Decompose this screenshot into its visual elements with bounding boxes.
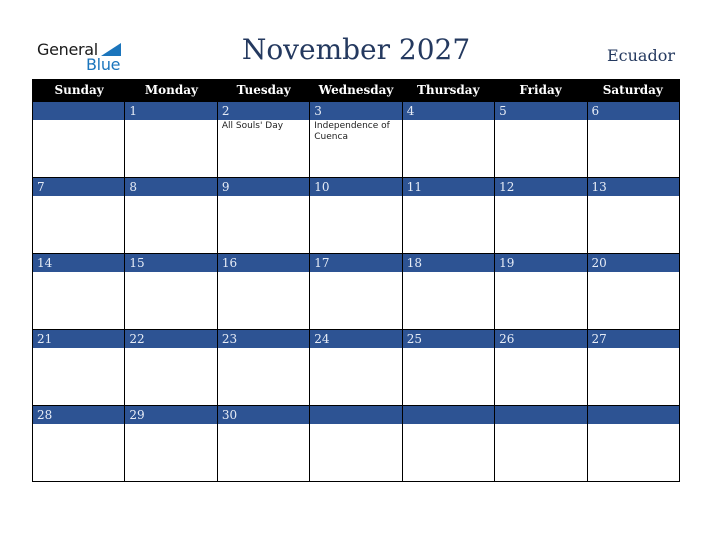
- date-number: 20: [586, 254, 679, 272]
- calendar-grid: Sunday Monday Tuesday Wednesday Thursday Frid…: [32, 79, 680, 482]
- weekday-header-monday: Monday: [144, 83, 198, 97]
- week-row: 7 8 9 10 11 12 13: [33, 177, 679, 253]
- week-row: 1 2 3 4 5 6 All Souls' Day Independence of Cuen…: [33, 102, 679, 177]
- day-cell: [124, 348, 216, 405]
- day-cell: [33, 120, 124, 177]
- date-number-bar: 21 22 23 24 25 26 27: [33, 330, 679, 348]
- day-cell: [586, 348, 679, 405]
- date-number: 27: [586, 330, 679, 348]
- date-number: 30: [216, 406, 309, 424]
- day-cell: [401, 348, 494, 405]
- day-cell: [494, 120, 586, 177]
- weekday-header-thursday: Thursday: [416, 83, 480, 97]
- day-cell: [33, 424, 124, 481]
- week-row: 28 29 30: [33, 405, 679, 481]
- day-cell: [124, 424, 216, 481]
- date-number: 16: [216, 254, 309, 272]
- date-number: 12: [494, 178, 586, 196]
- date-number: 6: [586, 102, 679, 120]
- date-number: 13: [586, 178, 679, 196]
- weekday-header-saturday: Saturday: [602, 83, 663, 97]
- day-cell: [124, 196, 216, 253]
- date-number: 28: [37, 408, 53, 422]
- date-number-bar: 28 29 30: [33, 406, 679, 424]
- day-cell: [309, 348, 401, 405]
- date-number: 8: [124, 178, 216, 196]
- date-number: 3: [309, 102, 401, 120]
- day-cell: [216, 348, 309, 405]
- date-number: 7: [37, 180, 45, 194]
- calendar-title: November 2027: [241, 33, 471, 66]
- date-number: [494, 406, 586, 424]
- date-number: 4: [401, 102, 494, 120]
- date-number-bar: 7 8 9 10 11 12 13: [33, 178, 679, 196]
- day-cell: [401, 196, 494, 253]
- day-cell: [309, 196, 401, 253]
- day-cell: [33, 272, 124, 329]
- date-number: [33, 102, 124, 120]
- day-cell: [216, 196, 309, 253]
- weekday-header-friday: Friday: [519, 83, 562, 97]
- day-cell: [586, 196, 679, 253]
- day-cell: [33, 196, 124, 253]
- date-number: [309, 406, 401, 424]
- country-label: Ecuador: [606, 46, 675, 65]
- date-number: 10: [309, 178, 401, 196]
- day-cells-row: [33, 348, 679, 405]
- day-cells-row: All Souls' Day Independence of Cuenca: [33, 120, 679, 177]
- day-cell: [401, 120, 494, 177]
- week-row: 14 15 16 17 18 19 20: [33, 253, 679, 329]
- date-number: 26: [494, 330, 586, 348]
- date-number: 24: [309, 330, 401, 348]
- holiday-event: All Souls' Day: [216, 120, 309, 177]
- date-number: 25: [401, 330, 494, 348]
- date-number: 11: [401, 178, 494, 196]
- date-number: 19: [494, 254, 586, 272]
- day-cell: [309, 272, 401, 329]
- date-number: 15: [124, 254, 216, 272]
- day-cell: [309, 424, 401, 481]
- day-cell: [216, 424, 309, 481]
- day-cell: [124, 120, 216, 177]
- holiday-event: Independence of Cuenca: [309, 120, 401, 177]
- weekday-header-wednesday: Wednesday: [318, 83, 394, 97]
- day-cell: [401, 272, 494, 329]
- week-row: 21 22 23 24 25 26 27: [33, 329, 679, 405]
- day-cell: [494, 424, 586, 481]
- date-number: 18: [401, 254, 494, 272]
- day-cell: [216, 272, 309, 329]
- day-cell: [494, 196, 586, 253]
- date-number: 5: [494, 102, 586, 120]
- date-number: [401, 406, 494, 424]
- day-cells-row: [33, 272, 679, 329]
- date-number: 17: [309, 254, 401, 272]
- date-number: 2: [216, 102, 309, 120]
- date-number: 21: [37, 332, 53, 346]
- day-cell: [401, 424, 494, 481]
- date-number: 9: [216, 178, 309, 196]
- date-number-bar: 123456: [33, 102, 679, 120]
- date-number: 29: [124, 406, 216, 424]
- weekday-header-row: Sunday Monday Tuesday Wednesday Thursday Frid…: [33, 79, 679, 102]
- day-cell: [586, 272, 679, 329]
- date-number: 23: [216, 330, 309, 348]
- date-number: 14: [37, 256, 53, 270]
- date-number: 22: [124, 330, 216, 348]
- day-cells-row: [33, 424, 679, 481]
- day-cell: [33, 348, 124, 405]
- date-number-bar: 14 15 16 17 18 19 20: [33, 254, 679, 272]
- date-number: 1: [124, 102, 216, 120]
- day-cells-row: [33, 196, 679, 253]
- day-cell: [586, 120, 679, 177]
- day-cell: [494, 348, 586, 405]
- date-number: [586, 406, 679, 424]
- day-cell: [494, 272, 586, 329]
- weekday-header-sunday: Sunday: [54, 83, 104, 97]
- weekday-header-tuesday: Tuesday: [236, 83, 291, 97]
- day-cell: [586, 424, 679, 481]
- day-cell: [124, 272, 216, 329]
